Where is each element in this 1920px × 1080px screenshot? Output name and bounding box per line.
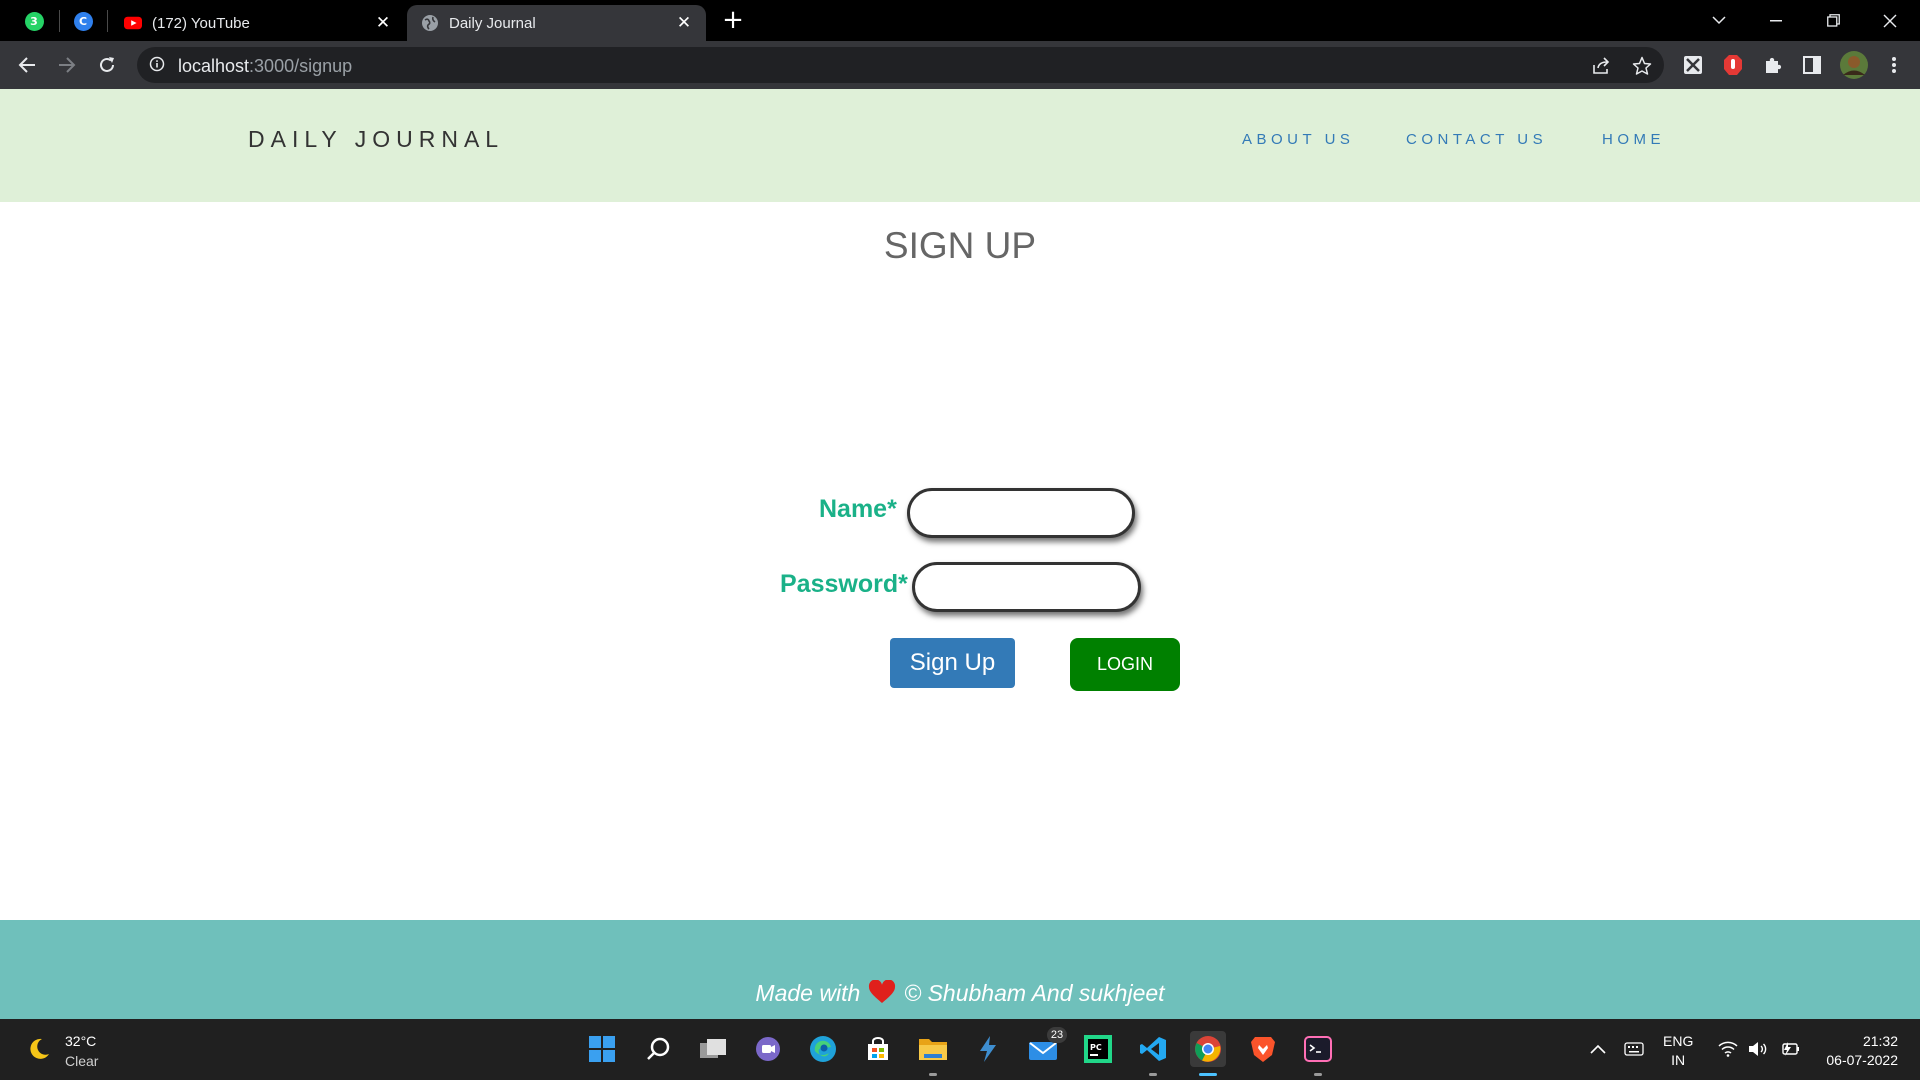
- vscode-icon[interactable]: [1135, 1031, 1171, 1076]
- minimize-icon[interactable]: [1748, 0, 1804, 41]
- weather-temperature[interactable]: 32°C: [65, 1033, 96, 1049]
- terminal-icon[interactable]: [1300, 1031, 1336, 1076]
- new-tab-button[interactable]: +: [718, 7, 748, 35]
- address-bar[interactable]: localhost:3000/signup: [137, 47, 1664, 83]
- profile-avatar[interactable]: [1840, 51, 1868, 79]
- site-info-icon[interactable]: [149, 56, 167, 74]
- browser-menu-icon[interactable]: [1882, 53, 1906, 77]
- name-label: Name*: [819, 495, 897, 523]
- file-explorer-icon[interactable]: [915, 1031, 951, 1076]
- nav-about-us[interactable]: ABOUT US: [1242, 131, 1354, 148]
- task-view-icon[interactable]: [695, 1031, 731, 1067]
- mail-icon[interactable]: 23: [1025, 1027, 1067, 1067]
- sign-up-button[interactable]: Sign Up: [890, 638, 1015, 688]
- pinned-tab-whatsapp[interactable]: 3: [21, 8, 47, 34]
- pinned-tab-canva[interactable]: C: [70, 8, 96, 34]
- store-icon[interactable]: [860, 1031, 896, 1067]
- globe-icon: [421, 14, 439, 32]
- nav-home[interactable]: HOME: [1602, 131, 1665, 148]
- tab-divider: [59, 10, 60, 32]
- extension-grid-icon[interactable]: [1681, 53, 1705, 77]
- url-host: localhost: [178, 56, 250, 76]
- extensions-puzzle-icon[interactable]: [1761, 53, 1785, 77]
- clock-date: 06-07-2022: [1826, 1052, 1898, 1068]
- edge-icon[interactable]: [805, 1031, 841, 1067]
- keyboard-icon[interactable]: [1624, 1039, 1644, 1059]
- youtube-icon: [124, 14, 142, 32]
- weather-description[interactable]: Clear: [65, 1053, 98, 1069]
- windows-taskbar: 32°C Clear 23 PC ENG IN 21:32 06-07-2022: [0, 1019, 1920, 1080]
- active-indicator: [1199, 1073, 1217, 1076]
- login-button[interactable]: LOGIN: [1070, 638, 1180, 691]
- page-title: SIGN UP: [883, 225, 1037, 266]
- language-indicator[interactable]: ENG IN: [1663, 1032, 1693, 1070]
- svg-text:PC: PC: [1090, 1043, 1102, 1052]
- back-arrow-icon[interactable]: [12, 50, 42, 80]
- side-panel-icon[interactable]: [1800, 53, 1824, 77]
- tab-daily-journal[interactable]: Daily Journal ✕: [407, 5, 706, 41]
- chrome-icon[interactable]: [1190, 1031, 1226, 1076]
- running-indicator: [1149, 1073, 1157, 1076]
- tab-youtube[interactable]: (172) YouTube ✕: [110, 5, 405, 41]
- nav-contact-us[interactable]: CONTACT US: [1406, 131, 1547, 148]
- canva-icon: C: [73, 11, 93, 31]
- close-window-icon[interactable]: [1862, 0, 1918, 41]
- forward-arrow-icon[interactable]: [52, 50, 82, 80]
- mail-badge: 23: [1047, 1027, 1067, 1043]
- battery-icon[interactable]: [1779, 1039, 1799, 1059]
- region-code: IN: [1671, 1052, 1686, 1068]
- system-clock[interactable]: 21:32 06-07-2022: [1812, 1032, 1898, 1070]
- tab-title: Daily Journal: [449, 14, 536, 32]
- start-icon[interactable]: [584, 1031, 620, 1067]
- teams-chat-icon[interactable]: [750, 1031, 786, 1067]
- browser-toolbar: localhost:3000/signup: [0, 41, 1920, 89]
- heart-icon: [868, 979, 896, 1010]
- tab-search-icon[interactable]: [1691, 0, 1747, 41]
- restore-icon[interactable]: [1805, 0, 1861, 41]
- volume-icon[interactable]: [1748, 1039, 1768, 1059]
- pycharm-icon[interactable]: PC: [1080, 1031, 1116, 1067]
- web-page: DAILY JOURNAL ABOUT US CONTACT US HOME S…: [0, 89, 1920, 1019]
- running-indicator: [1314, 1073, 1322, 1076]
- wifi-icon[interactable]: [1718, 1039, 1738, 1059]
- footer-prefix: Made with: [755, 980, 861, 1006]
- chevron-up-icon[interactable]: [1588, 1039, 1608, 1059]
- tab-title: (172) YouTube: [152, 14, 250, 32]
- browser-tab-strip: 3 C (172) YouTube ✕ Daily Journal ✕ +: [0, 0, 1920, 41]
- running-indicator: [929, 1073, 937, 1076]
- search-icon[interactable]: [640, 1031, 676, 1067]
- site-brand[interactable]: DAILY JOURNAL: [248, 126, 504, 153]
- footer-suffix: © Shubham And sukhjeet: [904, 980, 1165, 1006]
- reload-icon[interactable]: [92, 50, 122, 80]
- whatsapp-icon: 3: [24, 11, 44, 31]
- url-text: localhost:3000/signup: [178, 56, 352, 77]
- site-footer: Made with © Shubham And sukhjeet: [0, 920, 1920, 1019]
- clock-time: 21:32: [1862, 1033, 1898, 1049]
- footer-credit: Made with © Shubham And sukhjeet: [0, 979, 1920, 1010]
- language-code: ENG: [1663, 1033, 1694, 1049]
- share-icon[interactable]: [1590, 55, 1612, 77]
- url-path: :3000/signup: [249, 56, 353, 76]
- password-input[interactable]: [912, 562, 1141, 612]
- bookmark-star-icon[interactable]: [1631, 55, 1653, 77]
- close-tab-icon[interactable]: ✕: [674, 13, 694, 33]
- block-extension-icon[interactable]: [1721, 53, 1745, 77]
- moon-icon[interactable]: [26, 1036, 52, 1062]
- name-input[interactable]: [907, 488, 1135, 538]
- azure-data-studio-icon[interactable]: [970, 1031, 1006, 1067]
- close-tab-icon[interactable]: ✕: [373, 13, 393, 33]
- password-label: Password*: [780, 570, 908, 598]
- site-navbar: DAILY JOURNAL ABOUT US CONTACT US HOME: [0, 89, 1920, 202]
- tab-divider: [107, 10, 108, 32]
- brave-icon[interactable]: [1245, 1031, 1281, 1067]
